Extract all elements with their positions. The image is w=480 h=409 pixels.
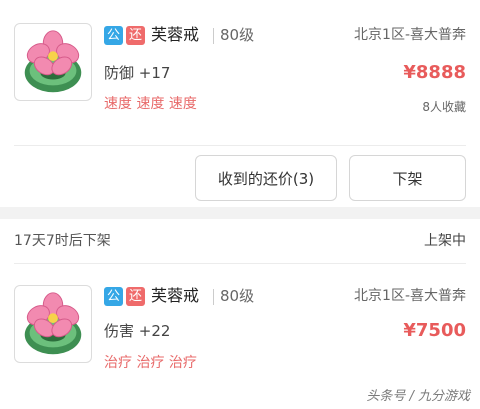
item-level: 80级 xyxy=(220,287,255,305)
server-name: 北京1区-喜大普奔 xyxy=(354,288,466,304)
item-price: ¥8888 xyxy=(403,62,466,83)
listing-status: 上架中 xyxy=(424,233,466,249)
delist-button[interactable]: 下架 xyxy=(349,155,466,201)
item-name: 芙蓉戒 xyxy=(151,25,200,44)
offers-button[interactable]: 收到的还价(3) xyxy=(195,155,337,201)
listing-card: 17天7时后下架 上架中 公 还 芙蓉戒 80级 北京1区-喜大普奔 伤害 +2… xyxy=(0,219,480,409)
return-badge: 还 xyxy=(126,287,145,306)
item-name: 芙蓉戒 xyxy=(151,286,200,305)
separator xyxy=(213,289,214,305)
return-badge: 还 xyxy=(126,26,145,45)
server-name: 北京1区-喜大普奔 xyxy=(354,27,466,43)
item-level: 80级 xyxy=(220,26,255,44)
lotus-jade-ring-icon[interactable] xyxy=(14,23,92,101)
item-stat: 伤害 +22 xyxy=(104,322,171,340)
item-stat: 防御 +17 xyxy=(104,64,171,82)
item-tags: 治疗 治疗 治疗 xyxy=(104,355,197,371)
item-price: ¥7500 xyxy=(403,320,466,341)
separator xyxy=(213,28,214,44)
public-badge: 公 xyxy=(104,26,123,45)
divider xyxy=(14,145,466,146)
item-tags: 速度 速度 速度 xyxy=(104,96,197,112)
lotus-jade-ring-icon[interactable] xyxy=(14,285,92,363)
public-badge: 公 xyxy=(104,287,123,306)
watermark: 头条号 / 九分游戏 xyxy=(366,389,470,404)
divider xyxy=(14,263,466,264)
favorites-count: 8人收藏 xyxy=(422,100,466,114)
listing-card: 公 还 芙蓉戒 80级 北京1区-喜大普奔 防御 +17 ¥8888 速度 速度… xyxy=(0,0,480,207)
time-remaining: 17天7时后下架 xyxy=(14,233,111,249)
